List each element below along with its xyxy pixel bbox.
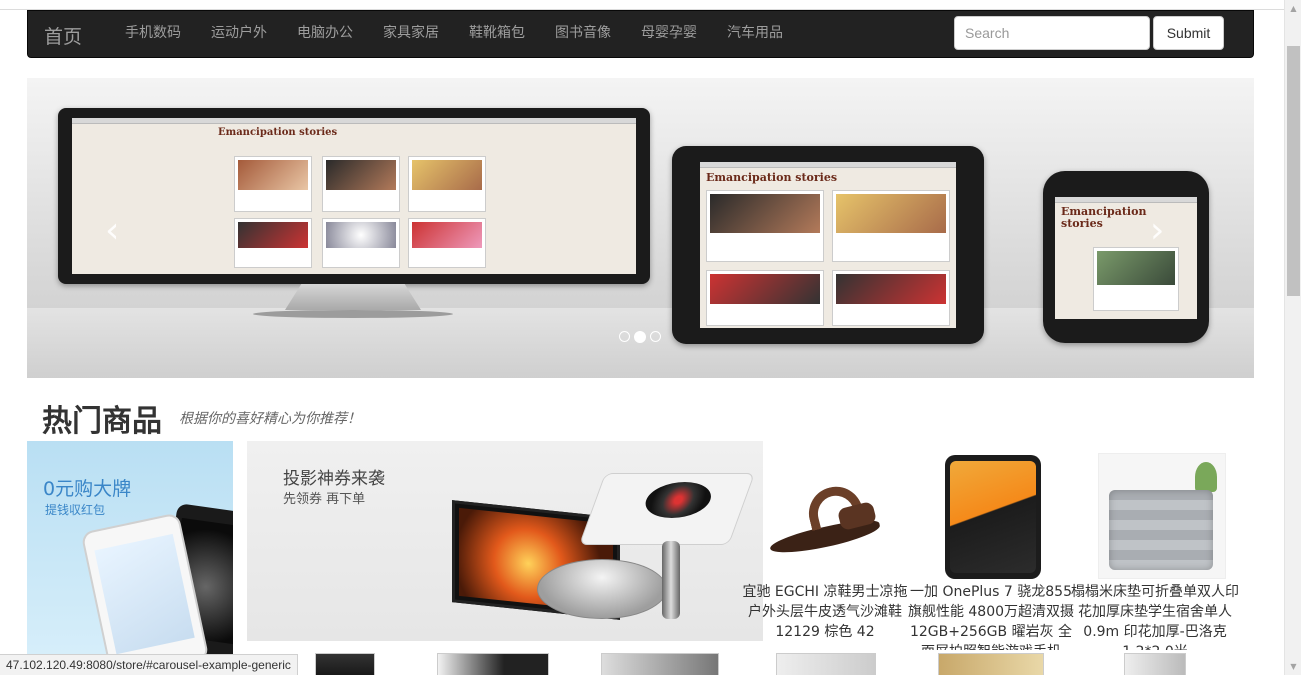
product-thumb-row2-6[interactable] [1124,653,1186,675]
product-name-mattress[interactable]: 榻榻米床垫可折叠单双人印花加厚床垫学生宿舍单人0.9m 印花加厚-巴洛克 1.2… [1071,582,1239,650]
product-name-oneplus[interactable]: 一加 OnePlus 7 骁龙855旗舰性能 4800万超清双摄 12GB+25… [907,582,1075,650]
promo-projector-title: 投影神券来袭 [283,469,385,489]
product-image-oneplus[interactable] [907,441,1075,581]
carousel-indicator-1[interactable] [619,331,630,342]
monitor-stand [285,284,421,310]
nav-item-shoes-bags[interactable]: 鞋靴箱包 [454,11,540,57]
slide-phone-title: Emancipation stories [1061,205,1147,230]
carousel-next-arrow[interactable]: › [1150,210,1164,251]
nav-item-auto-supplies[interactable]: 汽车用品 [712,11,798,57]
slide-tablet-title: Emancipation stories [706,171,838,184]
promo-banner-projector[interactable]: 投影神券来袭 先领券 再下单 [247,441,763,641]
nav-item-furniture-home[interactable]: 家具家居 [368,11,454,57]
product-thumb-row2-1[interactable] [315,653,375,675]
section-title: 热门商品 [42,404,162,439]
nav-item-baby-maternity[interactable]: 母婴孕婴 [626,11,712,57]
carousel-indicator-3[interactable] [650,331,661,342]
monitor-base [253,310,453,318]
browser-top-edge [0,0,1284,10]
promo-left-title: 0元购大牌 [43,478,132,500]
scrollbar-thumb[interactable] [1287,46,1300,296]
product-thumb-row2-2[interactable] [437,653,549,675]
promo-stick-image [662,541,680,619]
product-card-oneplus[interactable]: 一加 OnePlus 7 骁龙855旗舰性能 4800万超清双摄 12GB+25… [907,441,1075,650]
carousel-indicator-2[interactable] [634,331,646,343]
search-submit-button[interactable]: Submit [1153,16,1224,50]
page-scrollbar[interactable]: ▲ ▼ [1284,0,1301,675]
hero-carousel: Emancipation stories Emancipation storie… [27,78,1254,378]
nav-item-phones-digital[interactable]: 手机数码 [110,11,196,57]
product-thumb-row2-3[interactable] [601,653,719,675]
promo-left-subtitle: 提钱収红包 [45,503,106,517]
slide-tablet-image: Emancipation stories [672,146,984,344]
nav-item-computer-office[interactable]: 电脑办公 [282,11,368,57]
promo-round-projector-image [537,559,667,619]
product-name-sandal[interactable]: 宜驰 EGCHI 凉鞋男士凉拖户外头层牛皮透气沙滩鞋 12129 棕色 42 [741,582,909,650]
nav-brand-home[interactable]: 首页 [44,22,82,49]
nav-item-books-media[interactable]: 图书音像 [540,11,626,57]
product-image-sandal[interactable] [741,441,909,581]
nav-item-sports-outdoor[interactable]: 运动户外 [196,11,282,57]
promo-banner-left[interactable]: 0元购大牌 提钱収红包 [27,441,233,655]
carousel-indicators [619,331,661,343]
slide-monitor-image: Emancipation stories [58,108,650,284]
scroll-up-arrow-icon[interactable]: ▲ [1285,0,1301,17]
scroll-down-arrow-icon[interactable]: ▼ [1285,658,1301,675]
slide-monitor-title: Emancipation stories [218,127,338,138]
browser-status-url: 47.102.120.49:8080/store/#carousel-examp… [0,654,298,675]
top-navbar: 首页 手机数码 运动户外 电脑办公 家具家居 鞋靴箱包 图书音像 母婴孕婴 汽车… [27,10,1254,58]
promo-projector-subtitle: 先领券 再下单 [283,492,366,507]
slide-phone-image: Emancipation stories [1043,171,1209,343]
nav-category-list: 手机数码 运动户外 电脑办公 家具家居 鞋靴箱包 图书音像 母婴孕婴 汽车用品 [110,11,798,57]
promo-projector-image [578,473,756,545]
product-card-sandal[interactable]: 宜驰 EGCHI 凉鞋男士凉拖户外头层牛皮透气沙滩鞋 12129 棕色 42 [741,441,909,640]
product-thumb-row2-4[interactable] [776,653,876,675]
carousel-prev-arrow[interactable]: ‹ [105,210,119,251]
product-thumb-row2-5[interactable] [938,653,1044,675]
product-card-mattress[interactable]: 榻榻米床垫可折叠单双人印花加厚床垫学生宿舍单人0.9m 印花加厚-巴洛克 1.2… [1071,441,1239,650]
search-input[interactable] [954,16,1150,50]
product-image-mattress[interactable] [1071,441,1239,581]
section-subtitle: 根据你的喜好精心为你推荐！ [179,411,361,427]
